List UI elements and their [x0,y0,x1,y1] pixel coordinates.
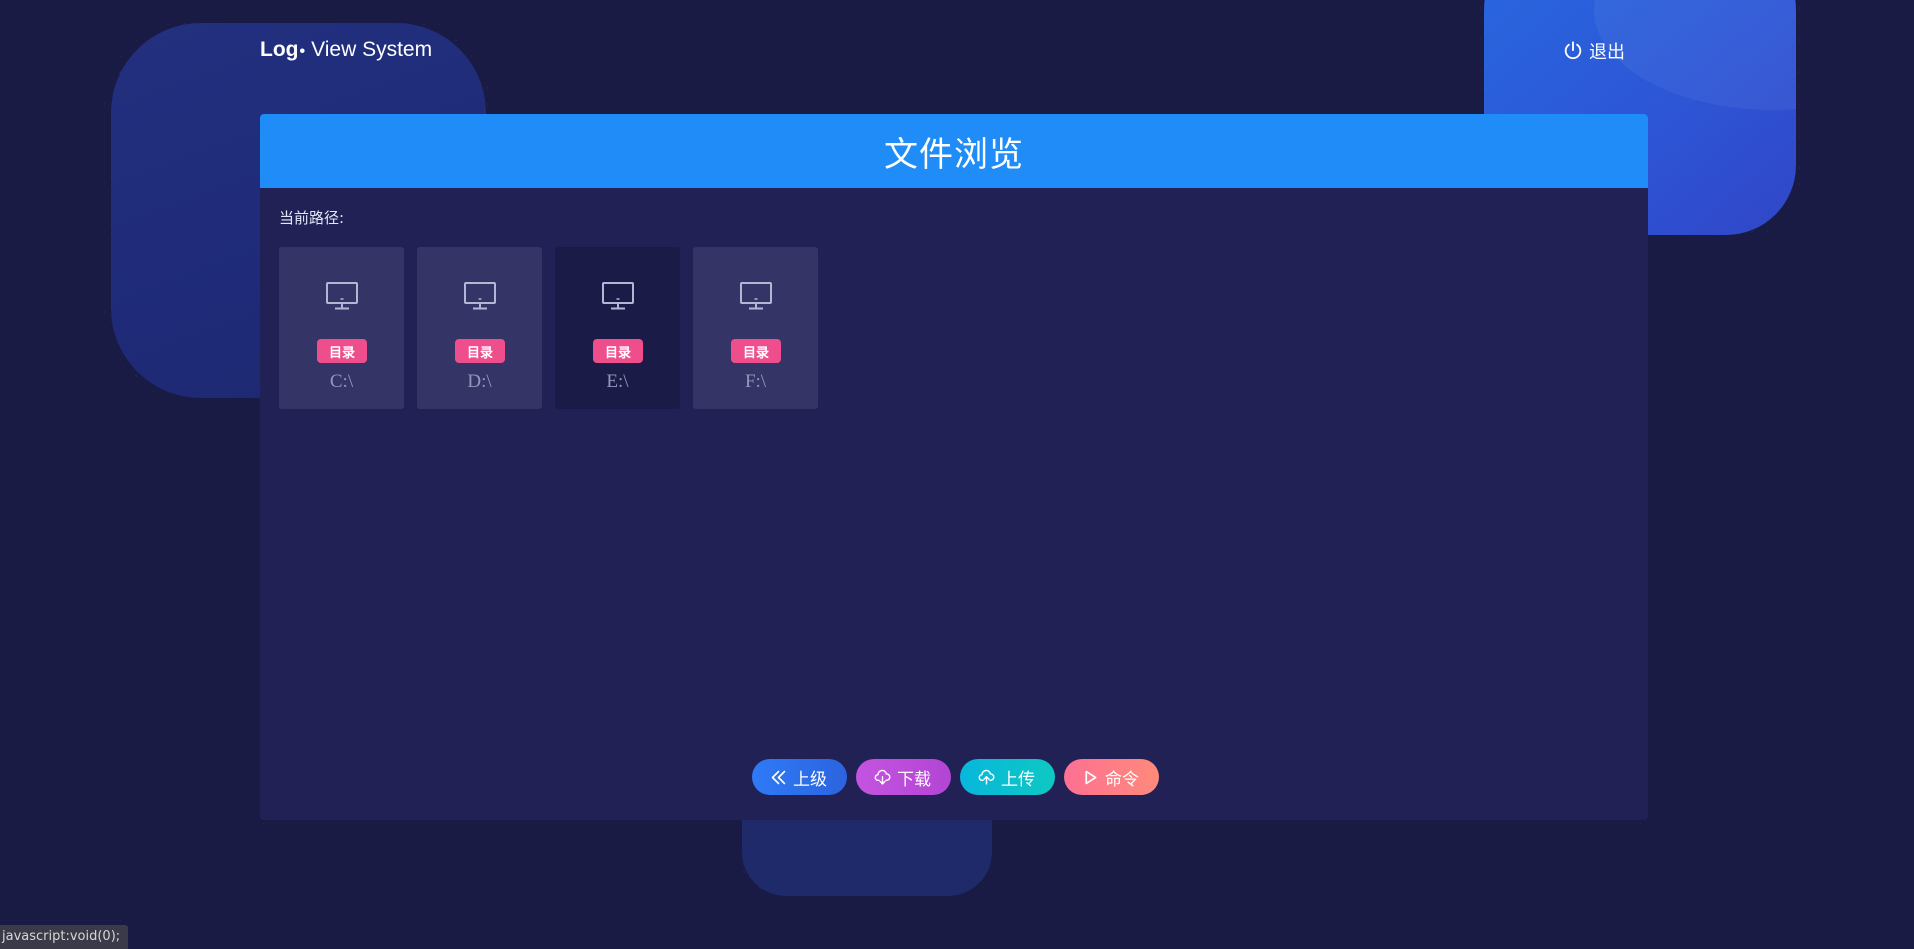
monitor-icon [602,282,634,310]
monitor-icon [464,282,496,310]
play-icon [1085,770,1097,784]
action-bar: 上级 下载 上传 命令 [752,759,1159,795]
monitor-icon [740,282,772,310]
download-button[interactable]: 下载 [856,759,951,795]
panel-header: 文件浏览 [260,114,1648,188]
drive-name: E:\ [606,371,629,392]
drive-tile-d[interactable]: 目录 D:\ [417,247,542,409]
logout-button[interactable]: 退出 [1562,38,1625,64]
command-label: 命令 [1105,769,1139,790]
command-button[interactable]: 命令 [1064,759,1159,795]
drive-name: F:\ [744,371,767,392]
directory-badge: 目录 [317,339,367,363]
directory-badge: 目录 [593,339,643,363]
drive-tile-c[interactable]: 目录 C:\ [279,247,404,409]
drive-tile-f[interactable]: 目录 F:\ [693,247,818,409]
monitor-icon [326,282,358,310]
logout-label: 退出 [1589,42,1625,63]
drive-list: 目录 C:\ 目录 D:\ 目录 E:\ 目录 F:\ [279,247,818,409]
file-browser-panel: 文件浏览 当前路径: 目录 C:\ 目录 D:\ 目录 E:\ 目录 F:\ 上… [260,114,1648,820]
brand-bold: Log [260,38,299,61]
brand-rest: View System [311,38,433,61]
cloud-download-icon [874,769,891,785]
double-chevron-left-icon [771,770,786,784]
power-icon [1564,41,1582,59]
drive-tile-e[interactable]: 目录 E:\ [555,247,680,409]
directory-badge: 目录 [455,339,505,363]
upload-label: 上传 [1001,769,1035,790]
download-label: 下载 [897,769,931,790]
parent-dir-label: 上级 [793,769,827,790]
panel-title: 文件浏览 [884,134,1024,175]
cloud-upload-icon [978,769,995,785]
directory-badge: 目录 [731,339,781,363]
brand-logo[interactable]: Log• View System [260,38,432,62]
current-path-label: 当前路径: [279,209,345,227]
parent-dir-button[interactable]: 上级 [752,759,847,795]
upload-button[interactable]: 上传 [960,759,1055,795]
brand-dot: • [299,43,306,60]
drive-name: C:\ [329,371,354,392]
browser-status-bar: javascript:void(0); [0,925,129,949]
drive-name: D:\ [467,371,492,392]
